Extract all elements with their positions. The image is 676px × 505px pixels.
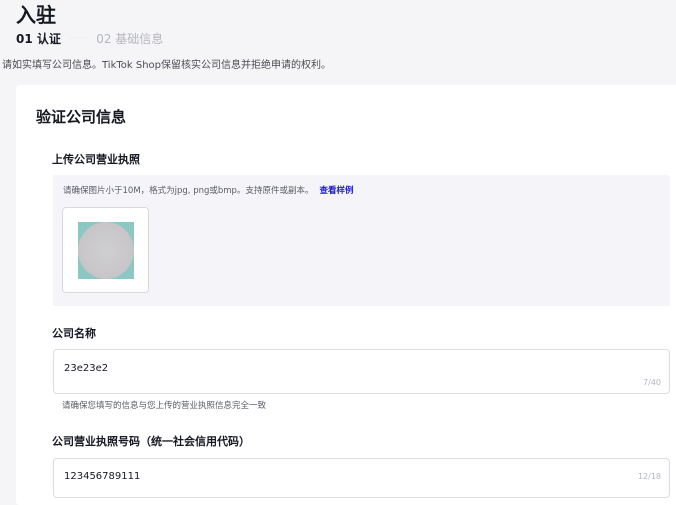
page-title: 入驻 [16,3,56,27]
intro-text: 请如实填写公司信息。TikTok Shop保留核实公司信息并拒绝申请的权利。 [2,60,332,71]
upload-hint: 请确保图片小于10M，格式为jpg, png或bmp。支持原件或副本。 查看样例 [63,185,353,197]
company-verification-card: 验证公司信息 上传公司营业执照 请确保图片小于10M，格式为jpg, png或b… [16,85,676,505]
license-number-label: 公司营业执照号码（统一社会信用代码） [52,435,250,448]
license-number-value: 123456789111 [64,471,141,482]
company-name-value: 23e23e2 [64,363,109,374]
section-title: 验证公司信息 [36,108,127,126]
company-name-label: 公司名称 [52,327,96,340]
step-1-verification: 01 认证 [16,32,61,46]
license-upload-zone: 请确保图片小于10M，格式为jpg, png或bmp。支持原件或副本。 查看样例 [53,175,670,306]
license-image-preview [78,222,134,279]
uploaded-license-thumbnail[interactable] [62,207,149,293]
license-number-input[interactable]: 123456789111 12/18 [53,458,670,498]
company-name-char-counter: 7/40 [643,378,661,387]
company-name-help-text: 请确保您填写的信息与您上传的营业执照信息完全一致 [62,401,267,411]
step-separator: ····· [68,34,89,44]
step-2-basic-info: 02 基础信息 [96,32,164,46]
upload-hint-text: 请确保图片小于10M，格式为jpg, png或bmp。支持原件或副本。 [63,186,314,196]
license-upload-label: 上传公司营业执照 [52,153,140,166]
view-sample-link[interactable]: 查看样例 [319,186,353,196]
license-number-char-counter: 12/18 [637,472,661,481]
company-name-input[interactable]: 23e23e2 7/40 [53,349,670,394]
step-indicator: 01 认证 ····· 02 基础信息 [16,31,163,47]
